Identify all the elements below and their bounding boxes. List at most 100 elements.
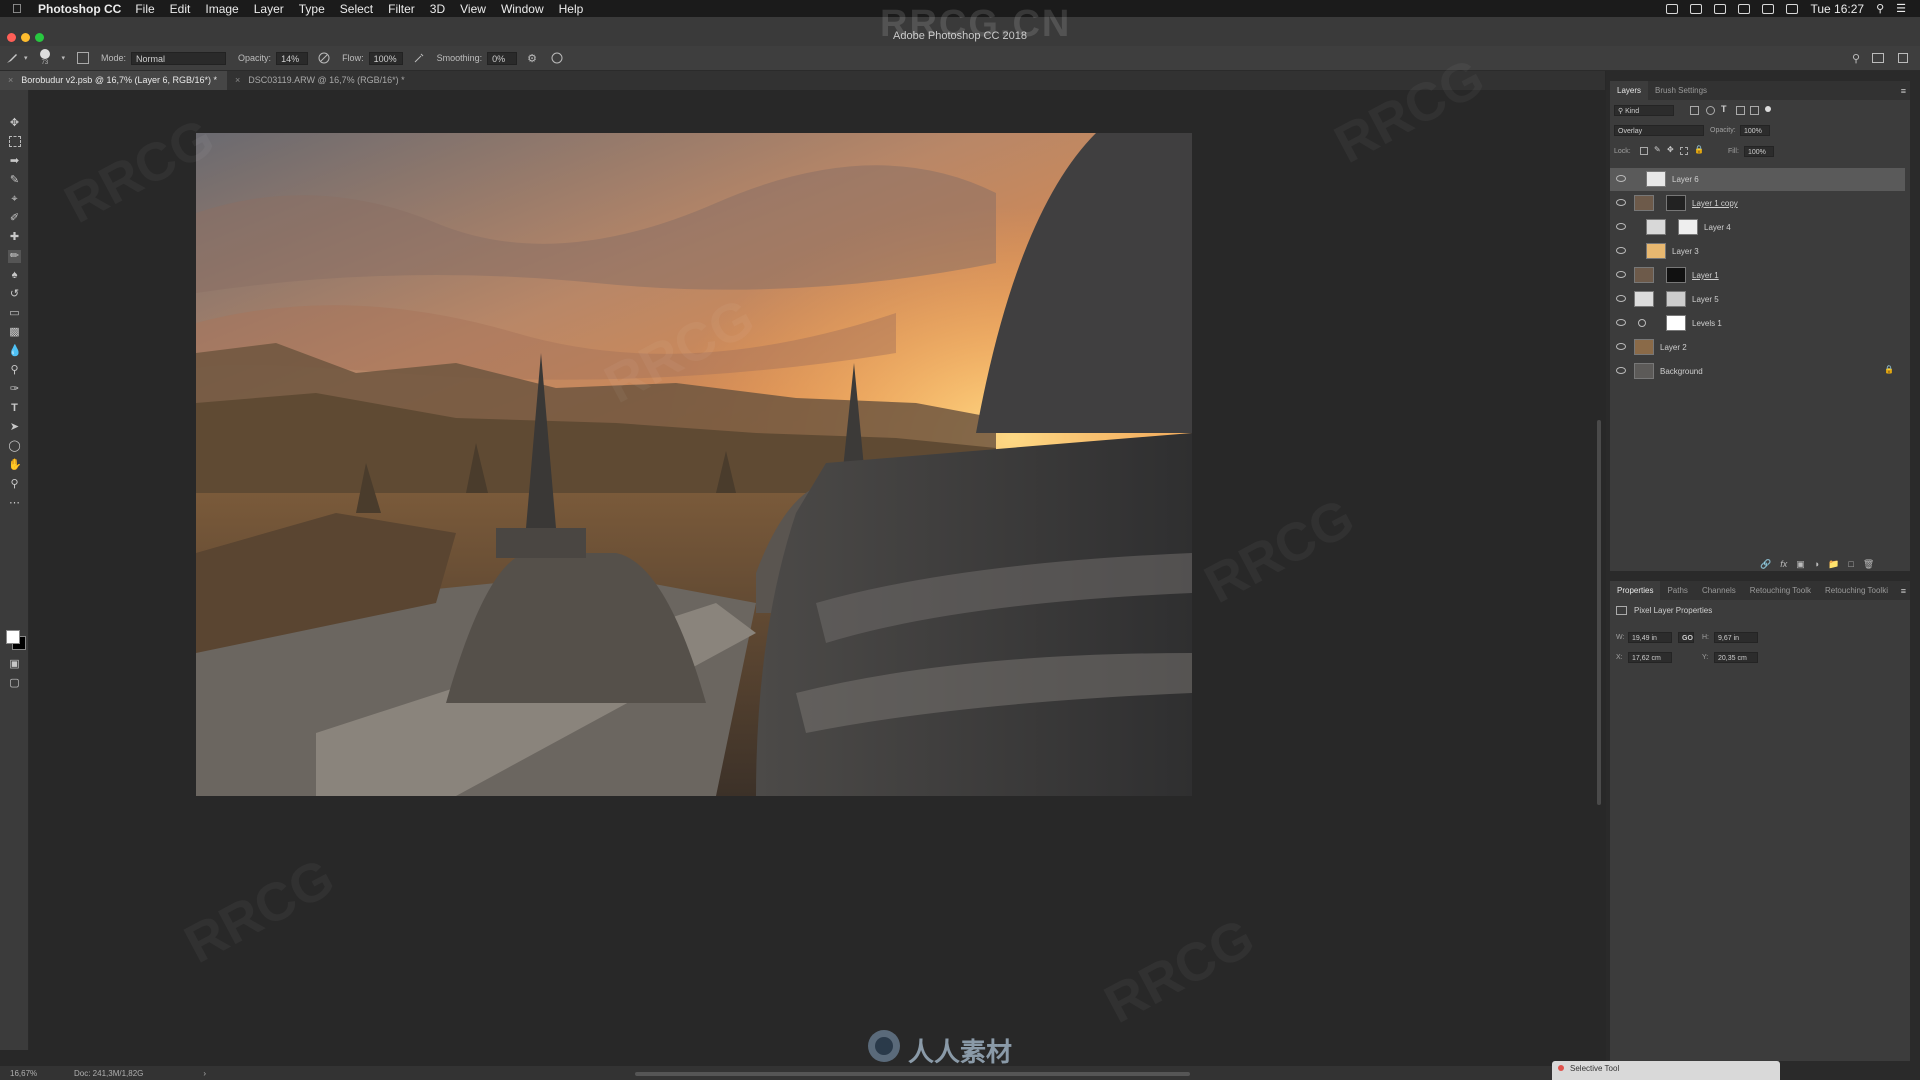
layer-row-layer-1-copy[interactable]: Layer 1 copy (1610, 192, 1905, 215)
layer-row-layer-5[interactable]: Layer 5 (1610, 288, 1905, 311)
layer-row-levels-1[interactable]: Levels 1 (1610, 312, 1905, 335)
clock[interactable]: Tue 16:27 (1810, 2, 1864, 16)
move-tool-icon[interactable]: ✥ (8, 117, 21, 130)
eye-icon[interactable] (1616, 319, 1626, 326)
layer-name[interactable]: Layer 3 (1672, 247, 1699, 256)
apple-icon[interactable]:  (12, 1, 26, 16)
tab-properties[interactable]: Properties (1610, 581, 1661, 600)
document-tab[interactable]: × Borobudur v2.psb @ 16,7% (Layer 6, RGB/… (0, 71, 228, 90)
eye-icon[interactable] (1616, 367, 1626, 374)
eye-icon[interactable] (1616, 199, 1626, 206)
layer-name[interactable]: Layer 2 (1660, 343, 1687, 352)
wifi-icon[interactable] (1762, 3, 1775, 14)
quick-selection-tool-icon[interactable]: ✎ (8, 174, 21, 187)
eye-icon[interactable] (1616, 343, 1626, 350)
layer-name[interactable]: Layer 1 copy (1692, 199, 1738, 208)
add-mask-icon[interactable]: ▣ (1796, 559, 1805, 570)
eye-icon[interactable] (1616, 247, 1626, 254)
tab-paths[interactable]: Paths (1660, 581, 1694, 600)
tab-retouching-toolkit-2[interactable]: Retouching Toolki (1818, 581, 1895, 600)
layer-opacity-input[interactable]: 100% (1740, 125, 1770, 136)
layer-mask-thumbnail[interactable] (1666, 315, 1686, 331)
screen-mode-icon[interactable]: ▢ (8, 677, 21, 690)
new-group-icon[interactable]: 📁 (1828, 559, 1839, 570)
panel-menu-icon[interactable]: ≡ (1901, 86, 1906, 96)
share-icon[interactable] (1898, 53, 1908, 63)
lock-transparent-icon[interactable] (1640, 147, 1648, 155)
lock-position-icon[interactable]: ✥ (1667, 145, 1674, 154)
brush-panel-toggle-icon[interactable] (77, 52, 90, 64)
opacity-input[interactable]: 14% (276, 51, 309, 65)
layer-name[interactable]: Layer 1 (1692, 271, 1719, 280)
layer-name[interactable]: Background (1660, 367, 1703, 376)
quick-mask-icon[interactable]: ▣ (8, 658, 21, 671)
chevron-down-icon[interactable]: ▾ (24, 54, 28, 62)
new-layer-icon[interactable]: □ (1848, 559, 1853, 570)
selective-tool-window[interactable]: Selective Tool (1552, 1061, 1780, 1080)
layer-name[interactable]: Levels 1 (1692, 319, 1722, 328)
eye-icon[interactable] (1616, 295, 1626, 302)
foreground-color-swatch[interactable] (6, 630, 20, 644)
eye-icon[interactable] (1616, 223, 1626, 230)
filter-adjustment-icon[interactable] (1706, 106, 1715, 115)
layer-mask-thumbnail[interactable] (1666, 267, 1686, 283)
shape-tool-icon[interactable]: ◯ (8, 440, 21, 453)
layer-name[interactable]: Layer 5 (1692, 295, 1719, 304)
marquee-tool-icon[interactable] (9, 136, 21, 147)
lock-pixels-icon[interactable]: ✎ (1654, 145, 1661, 154)
filter-toggle-icon[interactable] (1765, 106, 1771, 112)
gear-icon[interactable]: ⚙ (527, 52, 539, 65)
notification-center-icon[interactable]: ☰ (1896, 2, 1906, 15)
history-brush-tool-icon[interactable]: ↺ (8, 288, 21, 301)
document-tab[interactable]: × DSC03119.ARW @ 16,7% (RGB/16*) * (227, 71, 415, 90)
layer-mask-thumbnail[interactable] (1666, 195, 1686, 211)
panel-menu-icon[interactable]: ≡ (1901, 586, 1906, 596)
width-input[interactable]: 19,49 in (1628, 632, 1672, 643)
menu-image[interactable]: Image (205, 2, 238, 16)
layer-row-layer-3[interactable]: Layer 3 (1610, 240, 1905, 263)
menu-edit[interactable]: Edit (170, 2, 191, 16)
healing-brush-tool-icon[interactable]: ✚ (8, 231, 21, 244)
layer-row-layer-2[interactable]: Layer 2 (1610, 336, 1905, 359)
tab-brush-settings[interactable]: Brush Settings (1648, 81, 1714, 100)
layer-row-layer-4[interactable]: Layer 4 (1610, 216, 1905, 239)
lock-all-icon[interactable]: 🔒 (1694, 145, 1704, 154)
fx-icon[interactable]: fx (1780, 559, 1787, 570)
flow-input[interactable]: 100% (368, 51, 403, 65)
eyedropper-tool-icon[interactable]: ✐ (8, 212, 21, 225)
menu-help[interactable]: Help (559, 2, 584, 16)
x-input[interactable]: 17,62 cm (1628, 652, 1672, 663)
smoothing-input[interactable]: 0% (487, 51, 518, 65)
blend-mode-select[interactable]: Overlay (1614, 125, 1704, 136)
layer-row-background[interactable]: Background 🔒 (1610, 360, 1905, 383)
more-tools-icon[interactable]: ⋯ (8, 497, 21, 510)
creative-cloud-icon[interactable] (1714, 3, 1727, 14)
layer-mask-thumbnail[interactable] (1678, 219, 1698, 235)
display-icon[interactable] (1738, 3, 1751, 14)
horizontal-scrollbar[interactable] (635, 1072, 1190, 1076)
new-adjustment-icon[interactable]: ◑ (1814, 559, 1819, 570)
tab-layers[interactable]: Layers (1610, 81, 1649, 100)
brush-tool-icon[interactable] (6, 52, 18, 64)
menu-filter[interactable]: Filter (388, 2, 415, 16)
layer-row-layer-1[interactable]: Layer 1 (1610, 264, 1905, 287)
tab-channels[interactable]: Channels (1695, 581, 1743, 600)
menu-view[interactable]: View (460, 2, 486, 16)
chevron-right-icon[interactable]: › (203, 1069, 206, 1078)
type-tool-icon[interactable]: T (8, 402, 21, 415)
menu-type[interactable]: Type (299, 2, 325, 16)
height-input[interactable]: 9,67 in (1714, 632, 1758, 643)
dodge-tool-icon[interactable]: ⚲ (8, 364, 21, 377)
menu-layer[interactable]: Layer (254, 2, 284, 16)
workspace-icon[interactable] (1872, 53, 1884, 63)
filter-pixel-icon[interactable] (1690, 106, 1699, 115)
battery-icon[interactable] (1786, 3, 1799, 14)
lock-artboard-icon[interactable] (1680, 147, 1688, 155)
menu-file[interactable]: File (135, 2, 154, 16)
layer-name[interactable]: Layer 6 (1672, 175, 1699, 184)
eye-icon[interactable] (1616, 175, 1626, 182)
close-icon[interactable]: × (8, 75, 13, 85)
brush-preset-picker[interactable]: 73 (36, 47, 58, 69)
eraser-tool-icon[interactable]: ▭ (8, 307, 21, 320)
airbrush-icon[interactable] (413, 52, 425, 64)
